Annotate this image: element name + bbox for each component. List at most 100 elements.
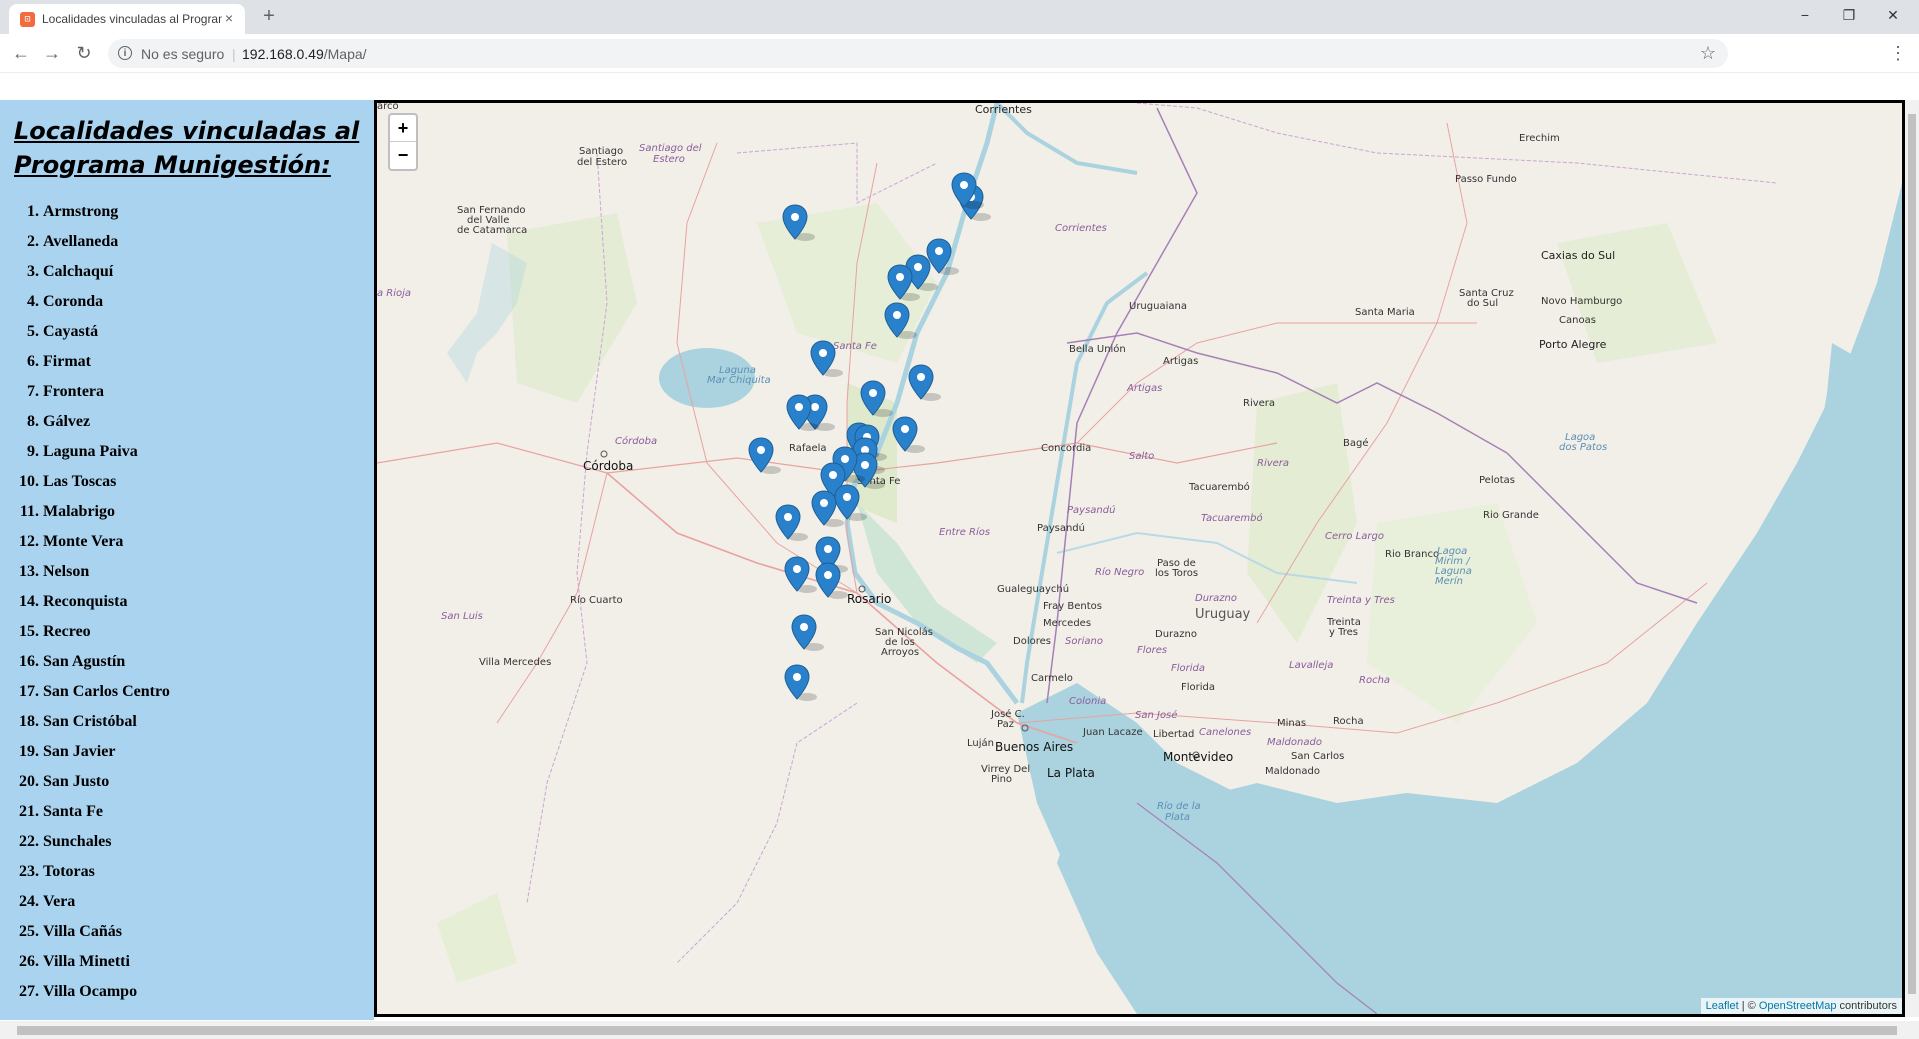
forward-button[interactable]: → [39,40,65,66]
browser-menu-icon[interactable]: ⋮ [1888,40,1908,66]
locality-item: 8. Gálvez [14,407,170,437]
locality-number: 1. [27,203,39,220]
locality-name: Laguna Paiva [43,443,138,460]
label-minas: Minas [1277,718,1306,729]
label-paso-toros-2: los Toros [1155,568,1198,579]
locality-item: 24. Vera [14,887,170,917]
page-title-line-2: Programa Munigestión: [14,151,331,179]
locality-number: 13. [19,563,39,580]
address-bar[interactable]: i No es seguro | 192.168.0.49/Mapa/ ☆ [108,39,1728,68]
label-bage: Bagé [1343,437,1369,449]
horizontal-scrollbar-thumb[interactable] [17,1026,1897,1035]
locality-name: Firmat [43,353,91,370]
zoom-out-button[interactable]: − [390,142,416,168]
back-button[interactable]: ← [8,40,34,66]
bookmark-star-icon[interactable]: ☆ [1700,43,1716,64]
locality-number: 3. [27,263,39,280]
locality-name: Cayastá [43,323,99,340]
locality-item: 18. San Cristóbal [14,707,170,737]
locality-item: 7. Frontera [14,377,170,407]
label-mercedes: Mercedes [1043,618,1091,629]
label-durazno: Durazno [1155,629,1197,640]
label-rio-plata-1: Río de la [1157,800,1201,812]
locality-number: 25. [19,923,39,940]
locality-item: 22. Sunchales [14,827,170,857]
label-fray-bentos: Fray Bentos [1043,601,1102,612]
locality-name: Villa Ocampo [43,983,138,1000]
locality-number: 27. [19,983,39,1000]
locality-item: 1. Armstrong [14,197,170,227]
label-rocha-dep: Rocha [1359,675,1390,686]
label-uruguay: Uruguay [1195,607,1251,622]
osm-link[interactable]: OpenStreetMap [1759,1000,1837,1012]
label-catamarca-3: de Catamarca [457,225,527,236]
url-separator: | [232,46,236,62]
locality-number: 10. [19,473,39,490]
label-artigas-dep: Artigas [1126,383,1162,394]
label-tacuarembo: Tacuarembó [1188,481,1250,493]
horizontal-scrollbar[interactable] [0,1021,1919,1039]
maximize-button[interactable]: ❐ [1832,4,1866,26]
label-rio-branco: Rio Branco [1385,549,1439,560]
locality-name: Sunchales [43,833,112,850]
label-gualeguaychu: Gualeguaychú [997,583,1069,595]
reload-button[interactable]: ↻ [71,40,97,66]
map-tiles[interactable]: Corrientes Corrientes Santiago del Ester… [377,103,1902,1014]
minimize-button[interactable]: − [1788,4,1822,26]
label-lavalleja: Lavalleja [1289,660,1333,671]
locality-item: 13. Nelson [14,557,170,587]
locality-name: Calchaquí [43,263,114,280]
label-laguna-2: Mar Chiquita [707,375,771,386]
info-icon[interactable]: i [118,46,132,60]
security-indicator[interactable]: No es seguro [141,46,224,62]
label-corrientes: Corrientes [975,103,1032,116]
locality-item: 9. Laguna Paiva [14,437,170,467]
new-tab-button[interactable]: + [258,6,280,28]
locality-number: 24. [19,893,39,910]
locality-item: 21. Santa Fe [14,797,170,827]
tab-close-icon[interactable]: × [221,10,237,26]
locality-name: San Javier [43,743,116,760]
label-rosario: Rosario [847,592,891,606]
locality-number: 5. [27,323,39,340]
label-porto-alegre: Porto Alegre [1539,338,1607,351]
zoom-in-button[interactable]: + [390,115,416,142]
label-villa-mercedes: Villa Mercedes [479,657,551,668]
locality-name: Totoras [43,863,95,880]
map-container[interactable]: Corrientes Corrientes Santiago del Ester… [374,100,1905,1017]
locality-number: 18. [19,713,39,730]
label-erechim: Erechim [1519,133,1560,144]
locality-item: 11. Malabrigo [14,497,170,527]
browser-tab-strip: ⊡ Localidades vinculadas al Programa Mun… [0,0,1919,34]
url-text[interactable]: 192.168.0.49/Mapa/ [242,46,367,62]
locality-name: San Justo [43,773,110,790]
label-santiago-prov-2: Estero [653,154,685,165]
label-colonia: Colonia [1069,696,1106,707]
label-san-carlos: San Carlos [1291,751,1344,762]
vertical-scrollbar-thumb[interactable] [1908,114,1916,994]
label-montevideo: Montevideo [1163,750,1233,764]
close-window-button[interactable]: ✕ [1876,4,1910,26]
locality-number: 26. [19,953,39,970]
zoom-control: + − [388,113,418,171]
locality-name: San Agustín [43,653,126,670]
locality-number: 9. [27,443,39,460]
locality-name: Frontera [43,383,105,400]
label-jose-c-paz-2: Paz [997,719,1014,730]
label-la-plata: La Plata [1047,766,1095,780]
locality-number: 12. [19,533,39,550]
locality-name: Villa Minetti [43,953,130,970]
label-maldonado-dep: Maldonado [1267,737,1322,748]
locality-item: 2. Avellaneda [14,227,170,257]
locality-item: 4. Coronda [14,287,170,317]
label-santa-fe-prov: Santa Fe [833,341,877,352]
locality-number: 17. [19,683,39,700]
leaflet-link[interactable]: Leaflet [1706,1000,1739,1012]
attribution-separator: | © [1738,1000,1759,1012]
locality-name: Vera [43,893,76,910]
label-uruguaiana: Uruguaiana [1129,301,1187,312]
vertical-scrollbar[interactable] [1905,100,1919,1017]
locality-name: Reconquista [43,593,128,610]
browser-tab[interactable]: ⊡ Localidades vinculadas al Programa Mun… [9,4,245,34]
label-canelones: Canelones [1199,727,1251,738]
